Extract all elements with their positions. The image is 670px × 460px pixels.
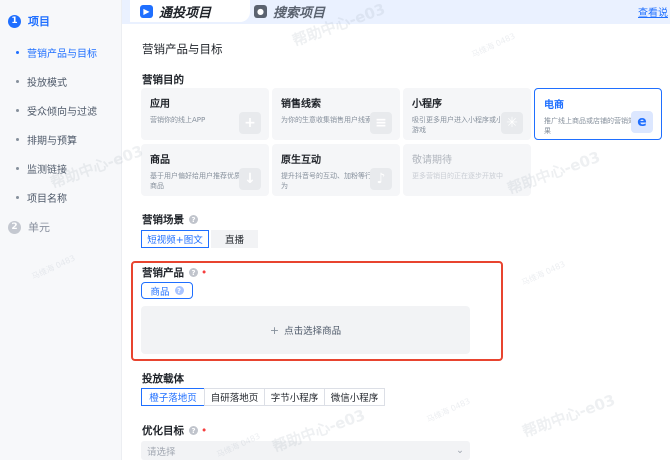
sidebar-item-label: 营销产品与目标 <box>27 49 97 60</box>
required-mark: • <box>201 424 208 437</box>
plus-icon: + <box>239 112 261 134</box>
tab-label: 搜索项目 <box>273 5 326 21</box>
chevron-down-icon: ⌄ <box>456 445 464 456</box>
product-type-goods[interactable]: 商品 ? <box>141 282 193 299</box>
bullet-icon <box>16 167 19 170</box>
scene-option-live[interactable]: 直播 <box>211 230 258 248</box>
douyin-icon: ♪ <box>370 168 392 190</box>
sidebar-item-label: 受众倾向与过滤 <box>27 107 97 118</box>
help-icon[interactable]: ? <box>189 215 198 224</box>
tab-search-project[interactable]: ● 搜索项目 <box>254 0 325 22</box>
general-project-icon: ▶ <box>140 4 153 18</box>
carrier-label: 投放载体 <box>142 371 184 386</box>
card-desc: 为你的生意收集销售用户线索 <box>281 116 372 124</box>
scene-option-short-video[interactable]: 短视频+图文 <box>141 230 209 248</box>
card-title: 敬请期待 <box>412 155 452 166</box>
watermark-small: 马维海 0483 <box>425 396 472 425</box>
tab-general-project[interactable]: ▶ 通投项目 <box>130 0 250 22</box>
miniprogram-icon: ✳ <box>501 112 523 134</box>
view-link[interactable]: 查看说 <box>638 4 668 19</box>
sidebar-item-audience[interactable]: 受众倾向与过滤 <box>16 103 97 118</box>
step-label: 项目 <box>28 15 50 28</box>
scene-label: 营销场景 ? <box>142 212 198 227</box>
card-title: 小程序 <box>412 99 442 110</box>
goal-label-text: 优化目标 <box>142 425 184 437</box>
purpose-card-ecommerce[interactable]: 电商 推广线上商品或店铺的营销效果 e <box>534 88 662 140</box>
watermark-small: 马维海 0483 <box>520 259 567 288</box>
watermark: 帮助中心-e03 <box>520 390 618 442</box>
carrier-option-wechat-miniprogram[interactable]: 微信小程序 <box>324 388 385 406</box>
purpose-card-leads[interactable]: 销售线索 为你的生意收集销售用户线索 ≡ <box>272 88 400 140</box>
sidebar-item-project-name[interactable]: 项目名称 <box>16 190 67 205</box>
bullet-icon <box>16 138 19 141</box>
purpose-card-native-interaction[interactable]: 原生互动 提升抖音号的互动、加粉等行为 ♪ <box>272 144 400 196</box>
watermark-small: 马维海 0483 <box>470 31 517 60</box>
product-label-text: 营销产品 <box>142 267 184 279</box>
product-label: 营销产品 ? • <box>142 265 207 280</box>
card-desc: 基于用户偏好给用户推荐优质商品 <box>150 172 241 190</box>
sidebar-item-label: 投放模式 <box>27 78 67 89</box>
help-icon[interactable]: ? <box>189 426 198 435</box>
sidebar-item-delivery-mode[interactable]: 投放模式 <box>16 74 67 89</box>
help-icon[interactable]: ? <box>189 268 198 277</box>
sidebar-item-tracking-link[interactable]: 监测链接 <box>16 161 67 176</box>
card-desc: 吸引更多用户进入小程序或小游戏 <box>412 116 503 134</box>
product-tag-label: 商品 <box>150 286 170 298</box>
card-title: 销售线索 <box>281 99 321 110</box>
form-icon: ≡ <box>370 112 392 134</box>
help-icon[interactable]: ? <box>174 286 184 295</box>
purpose-card-app[interactable]: 应用 营销你的线上APP + <box>141 88 269 140</box>
goal-label: 优化目标 ? • <box>142 423 207 438</box>
step-number: 1 <box>8 14 21 28</box>
purpose-card-coming-soon: 敬请期待 更多营销目的正在逐步开放中 <box>403 144 531 196</box>
carrier-label-text: 投放载体 <box>142 373 184 385</box>
bullet-icon <box>16 196 19 199</box>
bullet-icon <box>16 80 19 83</box>
card-title: 原生互动 <box>281 155 321 166</box>
carrier-option-bytedance-miniprogram[interactable]: 字节小程序 <box>264 388 325 406</box>
purpose-label-text: 营销目的 <box>142 74 184 86</box>
card-desc: 更多营销目的正在逐步开放中 <box>412 172 503 180</box>
card-title: 商品 <box>150 155 170 166</box>
card-desc: 营销你的线上APP <box>150 116 206 124</box>
scene-label-text: 营销场景 <box>142 214 184 226</box>
goal-select[interactable]: 请选择 ⌄ <box>141 441 470 460</box>
ecommerce-icon: e <box>631 111 653 133</box>
purpose-card-miniprogram[interactable]: 小程序 吸引更多用户进入小程序或小游戏 ✳ <box>403 88 531 140</box>
bullet-icon <box>16 51 19 54</box>
plus-icon: + <box>269 323 280 337</box>
carrier-option-self-landing[interactable]: 自研落地页 <box>204 388 265 406</box>
select-product-label: 点击选择商品 <box>284 326 342 337</box>
step-project[interactable]: 1 项目 <box>8 13 50 29</box>
download-icon: ↓ <box>239 168 261 190</box>
card-desc: 推广线上商品或店铺的营销效果 <box>544 117 635 135</box>
search-project-icon: ● <box>254 4 267 18</box>
section-title: 营销产品与目标 <box>142 42 223 56</box>
bullet-icon <box>16 109 19 112</box>
card-title: 应用 <box>150 99 170 110</box>
sidebar: 1 项目 营销产品与目标 投放模式 受众倾向与过滤 排期与预算 监测链接 项目名… <box>0 0 122 460</box>
sidebar-item-label: 项目名称 <box>27 194 67 205</box>
sidebar-item-label: 排期与预算 <box>27 136 77 147</box>
carrier-option-orange-landing[interactable]: 橙子落地页 <box>141 388 205 406</box>
step-unit[interactable]: 2 单元 <box>8 219 50 235</box>
sidebar-item-marketing-product[interactable]: 营销产品与目标 <box>16 45 97 60</box>
step-number: 2 <box>8 220 21 234</box>
purpose-label: 营销目的 <box>142 72 184 87</box>
step-label: 单元 <box>28 221 50 234</box>
goal-select-placeholder: 请选择 <box>147 446 176 458</box>
card-desc: 提升抖音号的互动、加粉等行为 <box>281 172 372 190</box>
required-mark: • <box>201 266 208 279</box>
tab-label: 通投项目 <box>159 5 212 21</box>
sidebar-item-schedule-budget[interactable]: 排期与预算 <box>16 132 77 147</box>
project-type-tabs: ▶ 通投项目 ● 搜索项目 查看说 <box>122 0 670 24</box>
select-product-button[interactable]: + 点击选择商品 <box>141 306 470 354</box>
purpose-card-goods[interactable]: 商品 基于用户偏好给用户推荐优质商品 ↓ <box>141 144 269 196</box>
card-title: 电商 <box>544 100 564 111</box>
sidebar-item-label: 监测链接 <box>27 165 67 176</box>
